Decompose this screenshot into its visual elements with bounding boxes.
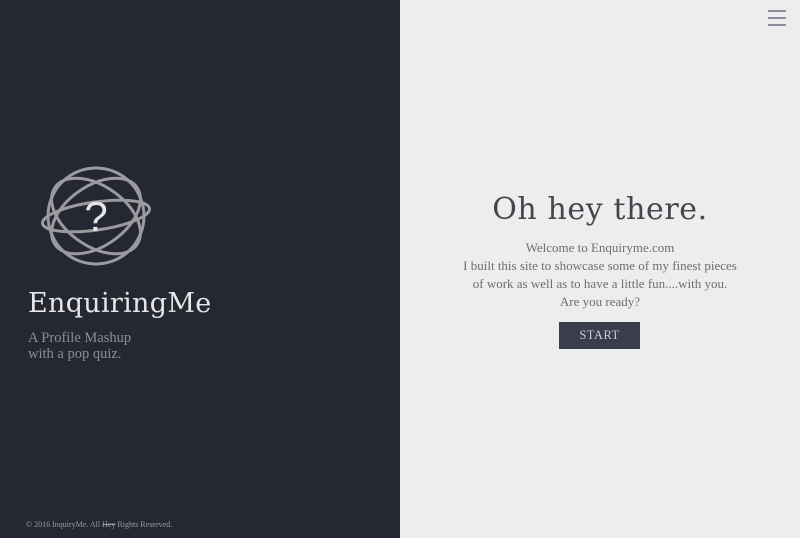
orbit-question-icon: ? — [40, 166, 152, 266]
welcome-line-1: Welcome to Enquiryme.com — [525, 240, 675, 255]
brand-tagline: A Profile Mashup with a pop quiz. — [28, 330, 228, 362]
start-button[interactable]: START — [559, 322, 640, 349]
copyright-struck-word: Hey — [102, 520, 116, 529]
welcome-line-3: of work as well as to have a little fun.… — [472, 276, 728, 291]
welcome-line-2: I built this site to showcase some of my… — [463, 258, 737, 273]
brand-panel: ? EnquiringMe A Profile Mashup with a po… — [0, 0, 400, 538]
hamburger-menu-icon[interactable] — [768, 10, 786, 26]
menu-bar — [768, 10, 786, 12]
copyright-notice: © 2016 InquiryMe. All Hey Rights Reserve… — [26, 520, 172, 529]
welcome-headline: Oh hey there. — [492, 192, 708, 227]
menu-bar — [768, 17, 786, 19]
copyright-prefix: © 2016 InquiryMe. All — [26, 520, 101, 529]
tagline-line-1: A Profile Mashup — [28, 330, 132, 346]
welcome-panel: Oh hey there. Welcome to Enquiryme.com I… — [400, 0, 800, 538]
logo-question-mark: ? — [84, 193, 107, 240]
tagline-line-2: with a pop quiz. — [28, 346, 122, 362]
menu-bar — [768, 24, 786, 26]
welcome-line-4: Are you ready? — [559, 294, 641, 309]
copyright-suffix: Rights Reserved. — [117, 520, 173, 529]
welcome-message: Welcome to Enquiryme.com I built this si… — [400, 239, 800, 311]
brand-name: EnquiringMe — [28, 288, 212, 319]
